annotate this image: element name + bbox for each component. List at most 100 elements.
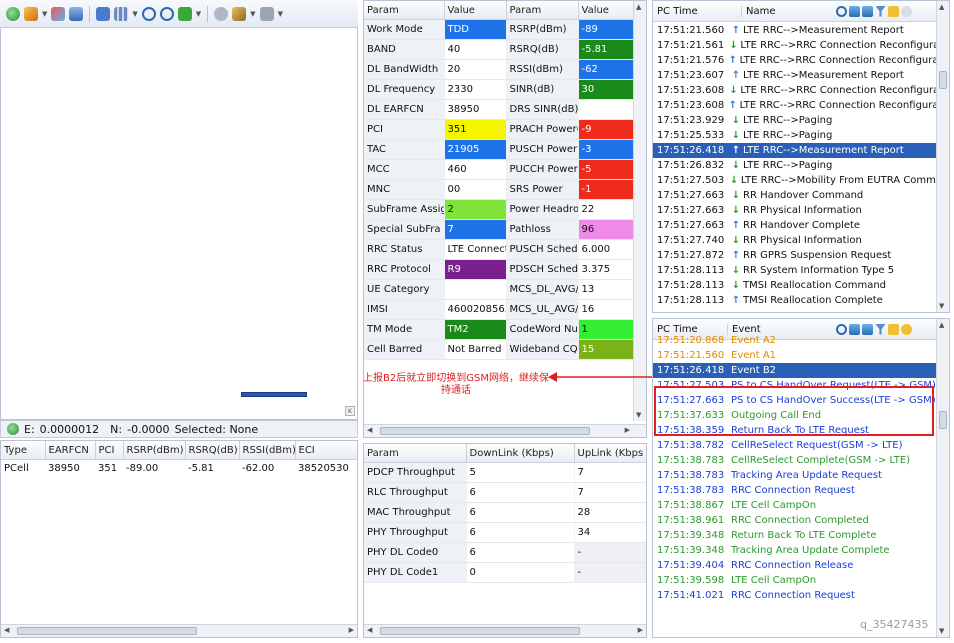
scroll-right-icon[interactable]: ▶ — [349, 626, 354, 634]
cell-col-header[interactable]: RSRP(dBm) — [123, 441, 186, 460]
list-item[interactable]: 17:51:21.561 ↓ LTE RRC-->RRC Connection Re… — [653, 38, 937, 53]
scroll-left-icon[interactable]: ◀ — [4, 626, 9, 634]
list-item[interactable]: 17:51:28.113 ↓ TMSI Reallocation Command — [653, 278, 937, 293]
list-item[interactable]: 17:51:28.113 ↑ TMSI Reallocation Complete — [653, 293, 937, 308]
scroll-left-icon[interactable]: ◀ — [367, 426, 372, 434]
list-item[interactable]: 17:51:27.740 ↓ RR Physical Information — [653, 233, 937, 248]
cell-table-hthumb[interactable] — [17, 627, 197, 635]
list-item[interactable]: 17:51:21.576 ↑ LTE RRC-->RRC Connection Re… — [653, 53, 937, 68]
scroll-left-icon[interactable]: ◀ — [367, 626, 372, 634]
cell-col-header[interactable]: RSSI(dBm) — [239, 441, 296, 460]
cell-table-hscroll[interactable]: ◀ ▶ — [1, 624, 357, 637]
lock-icon[interactable] — [888, 5, 899, 17]
list-item[interactable]: 17:51:23.929 ↓ LTE RRC-->Paging — [653, 113, 937, 128]
chevron-down-icon[interactable]: ▼ — [132, 10, 137, 18]
throughput-col-header[interactable]: DownLink (Kbps) — [466, 444, 575, 463]
pan-icon[interactable] — [232, 6, 247, 21]
scroll-down-icon[interactable]: ▼ — [939, 627, 944, 635]
param-col-header[interactable]: Param — [364, 1, 445, 20]
list-item[interactable]: 17:51:25.533 ↓ LTE RRC-->Paging — [653, 128, 937, 143]
col-name[interactable]: Name — [742, 6, 836, 17]
chevron-down-icon[interactable]: ▼ — [278, 10, 283, 18]
list-item[interactable]: 17:51:23.607 ↑ LTE RRC-->Measurement Repor… — [653, 68, 937, 83]
list-item[interactable]: 17:51:39.348 Return Back To LTE Complete — [653, 528, 937, 543]
event-log-vthumb[interactable] — [939, 411, 947, 429]
uplink-arrow-icon: ↑ — [731, 295, 741, 306]
select-cursor-icon[interactable] — [96, 6, 111, 21]
search-icon[interactable] — [836, 5, 847, 17]
list-item[interactable]: 17:51:26.832 ↓ LTE RRC-->Paging — [653, 158, 937, 173]
list-item[interactable]: 17:51:38.783 RRC Connection Request — [653, 483, 937, 498]
list-item[interactable]: 17:51:23.608 ↑ LTE RRC-->RRC Connection Re… — [653, 98, 937, 113]
route-icon[interactable] — [51, 6, 66, 21]
list-item[interactable]: 17:51:39.598 LTE Cell CampOn — [653, 573, 937, 588]
filter-icon[interactable] — [875, 5, 886, 17]
param-hthumb[interactable] — [380, 427, 590, 435]
cell-col-header[interactable]: EARFCN — [45, 441, 96, 460]
list-item[interactable]: 17:51:21.560 Event A1 — [653, 348, 937, 363]
chevron-down-icon[interactable]: ▼ — [250, 10, 255, 18]
zoom-out-icon[interactable] — [159, 6, 174, 21]
throughput-hthumb[interactable] — [380, 627, 580, 635]
sort-up-icon[interactable] — [849, 5, 860, 17]
scroll-up-icon[interactable]: ▲ — [939, 3, 944, 11]
message-log-vthumb[interactable] — [939, 71, 947, 89]
list-item[interactable]: 17:51:26.418 Event B2 — [653, 363, 937, 378]
map-view[interactable]: K — [0, 28, 358, 420]
more-icon[interactable] — [901, 5, 912, 17]
table-row[interactable]: PCell 38950 351 -89.00 -5.81 -62.00 38520530 — [1, 460, 357, 478]
list-item[interactable]: 17:51:21.560 ↑ LTE RRC-->Measurement Repor… — [653, 23, 937, 38]
database-icon[interactable] — [69, 6, 84, 21]
event-log-vscroll[interactable]: ▲ ▼ — [936, 319, 949, 637]
full-extent-icon[interactable] — [177, 6, 192, 21]
list-item[interactable]: 17:51:41.021 RRC Connection Request — [653, 588, 937, 603]
list-item[interactable]: 17:51:27.663 ↓ RR Handover Command — [653, 188, 937, 203]
cell-col-header[interactable]: ECI — [295, 441, 357, 460]
list-item[interactable]: 17:51:20.868 Event A2 — [653, 333, 937, 348]
cell-col-header[interactable]: PCI — [95, 441, 124, 460]
param-hscroll[interactable]: ◀ ▶ — [364, 424, 646, 437]
message-log-vscroll[interactable]: ▲ ▼ — [936, 1, 949, 312]
grid-icon[interactable] — [114, 6, 129, 21]
param-vscroll[interactable]: ▲ ▼ — [633, 1, 646, 421]
throughput-hscroll[interactable]: ◀ ▶ — [364, 624, 646, 637]
globe-icon[interactable] — [6, 6, 20, 21]
scroll-right-icon[interactable]: ▶ — [638, 626, 643, 634]
measure-icon[interactable] — [214, 6, 229, 21]
scroll-down-icon[interactable]: ▼ — [636, 411, 641, 419]
throughput-col-header[interactable]: UpLink (Kbps — [574, 444, 646, 463]
param-col-header[interactable]: Value — [444, 1, 507, 20]
cell-col-header[interactable]: RSRQ(dB) — [185, 441, 240, 460]
export-icon[interactable] — [259, 6, 274, 21]
param-col-header[interactable]: Value — [578, 1, 635, 20]
list-item[interactable]: 17:51:27.503 ↓ LTE RRC-->Mobility From EUT… — [653, 173, 937, 188]
map-corner-button[interactable]: K — [345, 406, 355, 416]
list-item[interactable]: 17:51:39.404 RRC Connection Release — [653, 558, 937, 573]
scroll-up-icon[interactable]: ▲ — [636, 3, 641, 11]
list-item[interactable]: 17:51:27.872 ↑ RR GPRS Suspension Request — [653, 248, 937, 263]
chevron-down-icon[interactable]: ▼ — [196, 10, 201, 18]
scroll-down-icon[interactable]: ▼ — [939, 302, 944, 310]
list-item[interactable]: 17:51:26.418 ↑ LTE RRC-->Measurement Repor… — [653, 143, 937, 158]
list-item[interactable]: 17:51:38.783 CellReSelect Complete(GSM ->… — [653, 453, 937, 468]
col-pc-time[interactable]: PC Time — [653, 5, 742, 17]
list-item[interactable]: 17:51:23.608 ↓ LTE RRC-->RRC Connection Re… — [653, 83, 937, 98]
list-item[interactable]: 17:51:27.663 ↓ RR Physical Information — [653, 203, 937, 218]
scroll-right-icon[interactable]: ▶ — [625, 426, 630, 434]
list-item[interactable]: 17:51:38.782 CellReSelect Request(GSM -> … — [653, 438, 937, 453]
throughput-col-header[interactable]: Param — [364, 444, 467, 463]
cell-col-header[interactable]: Type — [1, 441, 46, 460]
chevron-down-icon[interactable]: ▼ — [42, 10, 47, 18]
map-layer-icon[interactable] — [24, 6, 38, 21]
cell-rsrq: -5.81 — [188, 463, 214, 475]
list-item[interactable]: 17:51:38.783 Tracking Area Update Request — [653, 468, 937, 483]
zoom-in-icon[interactable] — [141, 6, 156, 21]
sort-down-icon[interactable] — [862, 5, 873, 17]
list-item[interactable]: 17:51:38.867 LTE Cell CampOn — [653, 498, 937, 513]
param-col-header[interactable]: Param — [506, 1, 579, 20]
list-item[interactable]: 17:51:28.113 ↓ RR System Information Type … — [653, 263, 937, 278]
list-item[interactable]: 17:51:38.961 RRC Connection Completed — [653, 513, 937, 528]
scroll-up-icon[interactable]: ▲ — [939, 321, 944, 329]
list-item[interactable]: 17:51:39.348 Tracking Area Update Complet… — [653, 543, 937, 558]
list-item[interactable]: 17:51:27.663 ↑ RR Handover Complete — [653, 218, 937, 233]
